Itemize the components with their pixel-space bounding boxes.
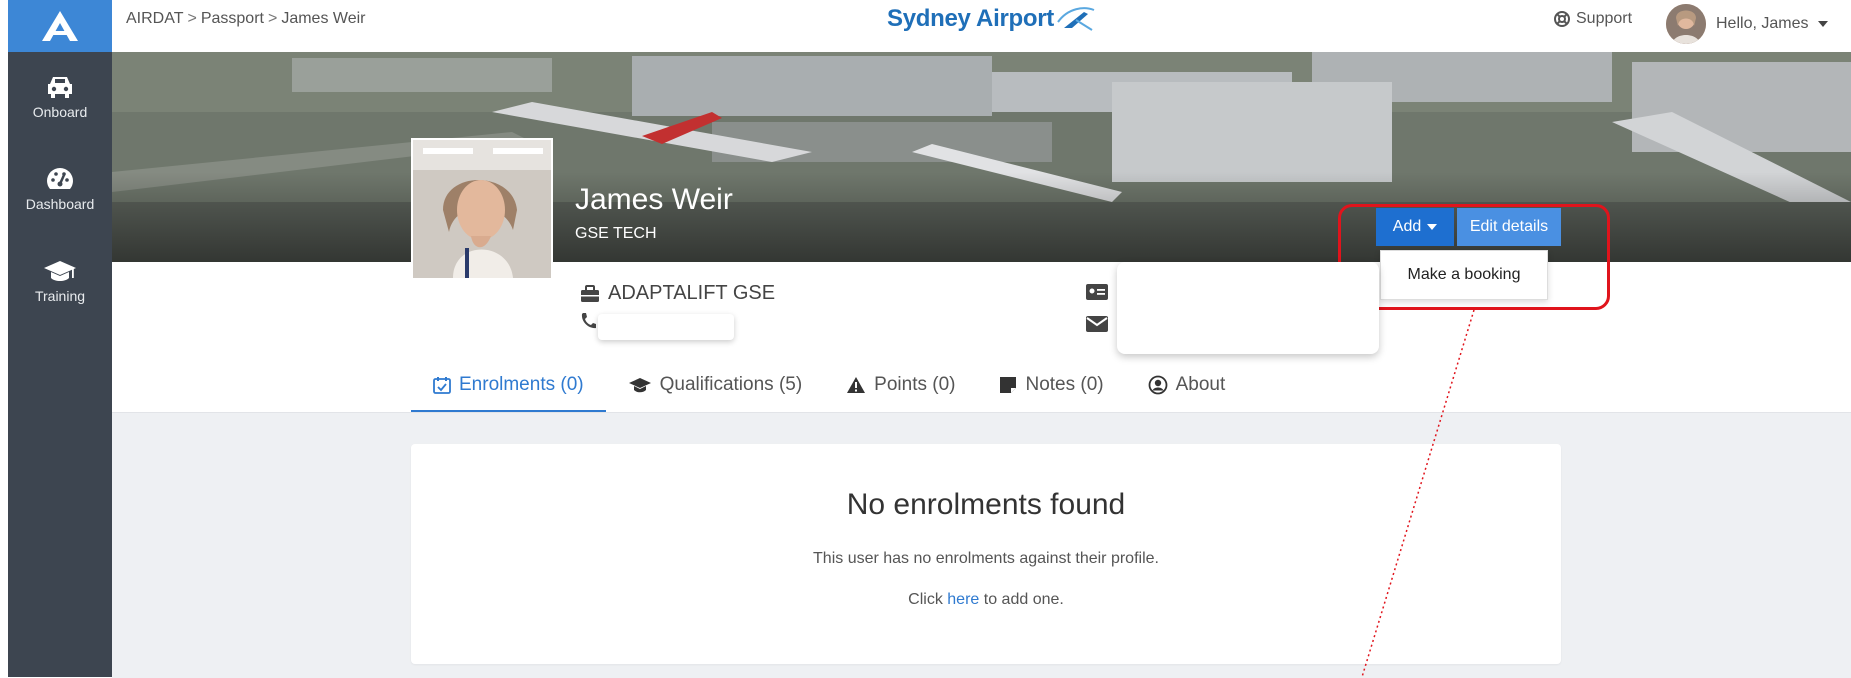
- caret-down-icon: [1818, 21, 1829, 27]
- profile-role: GSE TECH: [575, 225, 657, 242]
- phone-row: [580, 312, 596, 330]
- graduation-cap-icon: [628, 378, 651, 393]
- user-menu[interactable]: Hello, James: [1666, 4, 1829, 44]
- calendar-check-icon: [433, 377, 451, 394]
- top-bar: AIRDAT > Passport > James Weir Sydney Airpor…: [112, 0, 1851, 52]
- envelope-icon: [1086, 316, 1108, 337]
- brand-name: Sydney Airport: [887, 5, 1054, 32]
- support-label: Support: [1576, 10, 1633, 27]
- sidebar-item-label: Onboard: [32, 104, 88, 120]
- avatar: [1666, 4, 1706, 44]
- breadcrumb-current: James Weir: [281, 10, 366, 27]
- user-greeting: Hello, James: [1716, 15, 1809, 32]
- empty-state-subtitle: This user has no enrolments against thei…: [813, 550, 1159, 567]
- breadcrumb: AIRDAT > Passport > James Weir: [126, 10, 365, 28]
- tab-label: Points (0): [874, 374, 956, 395]
- phone-redaction: [598, 314, 734, 340]
- profile-tabs: Enrolments (0) Qualifications (5) Points…: [411, 360, 1247, 412]
- speedometer-icon: [47, 168, 73, 189]
- sidebar-item-label: Training: [34, 288, 86, 304]
- breadcrumb-section[interactable]: Passport: [201, 10, 264, 27]
- id-card-icon: [1086, 284, 1108, 305]
- tab-points[interactable]: Points (0): [824, 360, 977, 410]
- breadcrumb-separator: >: [267, 10, 278, 27]
- airdat-logo-icon: [42, 11, 78, 41]
- sidebar-item-training[interactable]: Training: [8, 258, 112, 304]
- app-logo[interactable]: [8, 0, 112, 52]
- sidebar-item-dashboard[interactable]: Dashboard: [8, 166, 112, 212]
- empty-state-card: No enrolments found This user has no enr…: [411, 444, 1561, 664]
- tab-label: Enrolments (0): [459, 374, 584, 395]
- briefcase-icon: [581, 284, 599, 302]
- car-icon: [48, 77, 72, 98]
- lifebuoy-icon: [1554, 11, 1570, 27]
- profile-photo-image: [413, 140, 551, 278]
- tab-label: Notes (0): [1025, 374, 1104, 395]
- organisation-row: ADAPTALIFT GSE: [580, 282, 775, 305]
- tab-label: Qualifications (5): [659, 374, 803, 395]
- action-suffix: to add one.: [983, 591, 1064, 608]
- tab-enrolments[interactable]: Enrolments (0): [411, 360, 606, 412]
- add-enrolment-link[interactable]: here: [947, 591, 979, 608]
- plane-swoosh-icon: [1057, 7, 1095, 31]
- phone-icon: [581, 313, 596, 329]
- breadcrumb-separator: >: [187, 10, 197, 27]
- profile-name: James Weir: [575, 183, 733, 216]
- empty-state-title: No enrolments found: [846, 488, 1126, 521]
- breadcrumb-root[interactable]: AIRDAT: [126, 10, 183, 27]
- warning-icon: [847, 377, 866, 393]
- tab-qualifications[interactable]: Qualifications (5): [606, 360, 825, 410]
- sidebar-item-onboard[interactable]: Onboard: [8, 74, 112, 120]
- note-icon: [1000, 377, 1017, 393]
- action-prefix: Click: [908, 591, 943, 608]
- empty-state-action: Click here to add one.: [411, 591, 1561, 609]
- user-circle-icon: [1148, 375, 1168, 395]
- tab-notes[interactable]: Notes (0): [977, 360, 1125, 410]
- profile-photo: [411, 138, 553, 280]
- tab-about[interactable]: About: [1126, 360, 1248, 410]
- sidebar: Onboard Dashboard Training: [8, 0, 112, 677]
- organisation-name: ADAPTALIFT GSE: [608, 282, 776, 304]
- graduation-cap-icon: [44, 261, 76, 281]
- contact-redaction: [1117, 262, 1379, 354]
- tab-label: About: [1175, 374, 1226, 395]
- brand-logo: Sydney Airport: [887, 2, 1098, 36]
- support-link[interactable]: Support: [1554, 10, 1632, 28]
- sidebar-item-label: Dashboard: [25, 196, 95, 212]
